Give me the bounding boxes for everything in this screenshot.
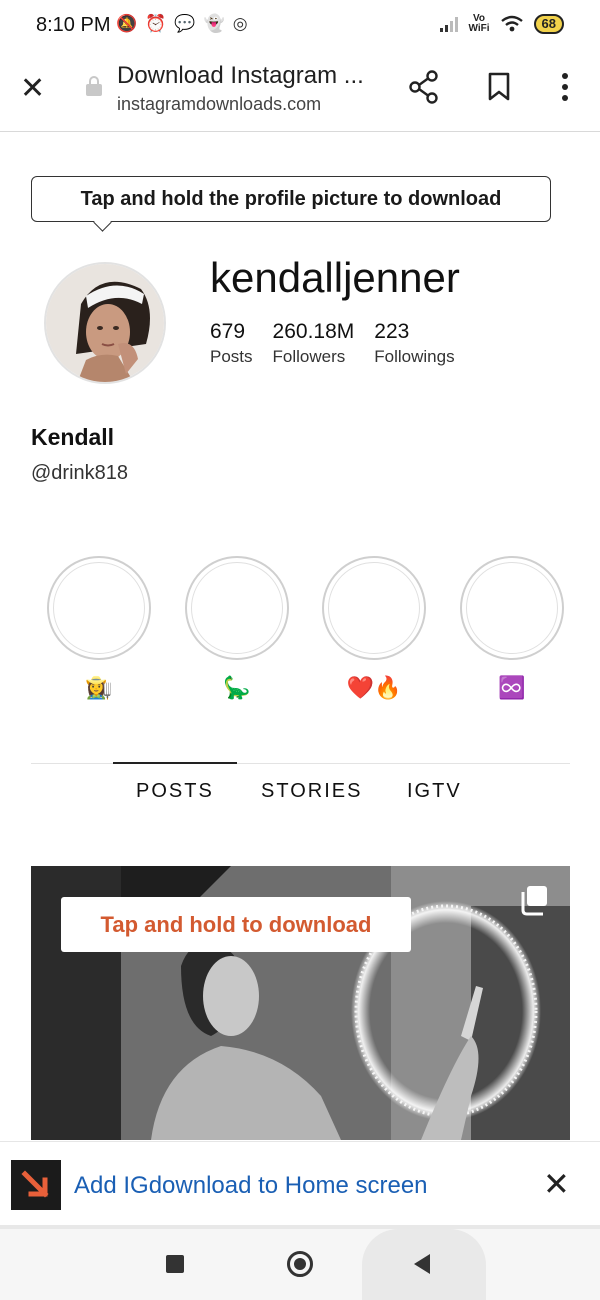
system-icons: Vo WiFi 68 xyxy=(439,14,564,34)
notification-icons: 🔕 ⏰ 💬 👻 ◎ xyxy=(116,14,248,34)
bookmark-icon[interactable] xyxy=(487,72,511,102)
stat-value: 679 xyxy=(210,320,246,343)
tab-igtv[interactable]: IGTV xyxy=(407,780,462,803)
stat-posts: 679 Posts xyxy=(210,320,253,367)
close-icon[interactable]: ✕ xyxy=(20,74,50,104)
screen: 8:10 PM 🔕 ⏰ 💬 👻 ◎ Vo WiFi 68 ✕ Download … xyxy=(0,0,600,1300)
highlight-circle-2[interactable] xyxy=(185,556,289,660)
highlight-circle-4[interactable] xyxy=(460,556,564,660)
post-download-tooltip: Tap and hold to download xyxy=(61,897,411,952)
profile-display-name: Kendall xyxy=(31,424,115,450)
stat-followings: 223 Followings xyxy=(374,320,454,367)
close-icon[interactable]: ✕ xyxy=(543,1168,570,1200)
vowifi-bottom: WiFi xyxy=(468,23,490,34)
lock-icon[interactable] xyxy=(86,76,102,96)
highlight-label-3: ❤️🔥 xyxy=(346,675,402,700)
home-icon[interactable] xyxy=(287,1251,313,1277)
share-icon[interactable] xyxy=(408,70,440,104)
avatar-image xyxy=(46,264,164,382)
profile-bio: @drink818 xyxy=(31,462,129,484)
system-nav-bar xyxy=(0,1229,600,1300)
tabs-divider xyxy=(31,763,570,764)
carousel-icon xyxy=(521,886,547,916)
highlight-circle-3[interactable] xyxy=(322,556,426,660)
mute-icon: 🔕 xyxy=(116,14,138,33)
page-title: Download Instagram ... xyxy=(117,62,364,89)
recents-icon[interactable] xyxy=(166,1255,184,1273)
tab-posts[interactable]: POSTS xyxy=(136,780,214,803)
highlight-label-1: 👩‍🌾 xyxy=(85,675,113,700)
stat-followers: 260.18M Followers xyxy=(273,320,355,367)
back-icon[interactable] xyxy=(414,1254,430,1274)
profile-download-tooltip: Tap and hold the profile picture to down… xyxy=(31,176,551,222)
active-tab-indicator xyxy=(113,762,237,764)
status-time: 8:10 PM xyxy=(36,14,111,36)
message-icon: 💬 xyxy=(174,14,196,33)
snapchat-icon: 👻 xyxy=(203,14,225,33)
instagram-icon: ◎ xyxy=(232,14,248,33)
browser-toolbar: ✕ Download Instagram ... instagramdownlo… xyxy=(0,54,600,132)
stat-value: 223 xyxy=(374,320,410,343)
profile-avatar[interactable] xyxy=(44,262,166,384)
profile-stats: 679 Posts 260.18M Followers 223 Followin… xyxy=(210,320,455,367)
stat-value: 260.18M xyxy=(272,320,355,343)
alarm-icon: ⏰ xyxy=(145,14,167,33)
status-bar: 8:10 PM 🔕 ⏰ 💬 👻 ◎ Vo WiFi 68 xyxy=(0,0,600,54)
vowifi-indicator: Vo WiFi xyxy=(469,14,490,34)
add-to-home-banner[interactable]: Add IGdownload to Home screen ✕ xyxy=(0,1141,600,1229)
tab-stories[interactable]: STORIES xyxy=(261,780,362,803)
signal-icon xyxy=(439,17,458,32)
highlight-label-2: 🦕 xyxy=(223,675,251,700)
add-to-home-link[interactable]: Add IGdownload to Home screen xyxy=(74,1172,428,1200)
app-icon xyxy=(11,1160,61,1210)
highlight-label-4: ♾️ xyxy=(498,675,526,700)
highlight-circle-1[interactable] xyxy=(47,556,151,660)
page-url: instagramdownloads.com xyxy=(117,94,322,114)
more-options-icon[interactable] xyxy=(560,72,570,102)
battery-indicator: 68 xyxy=(533,14,564,34)
wifi-icon xyxy=(500,15,523,32)
stat-label: Followings xyxy=(374,347,455,366)
stat-label: Followers xyxy=(272,347,346,366)
stat-label: Posts xyxy=(210,347,253,366)
profile-username: kendalljenner xyxy=(210,254,460,301)
